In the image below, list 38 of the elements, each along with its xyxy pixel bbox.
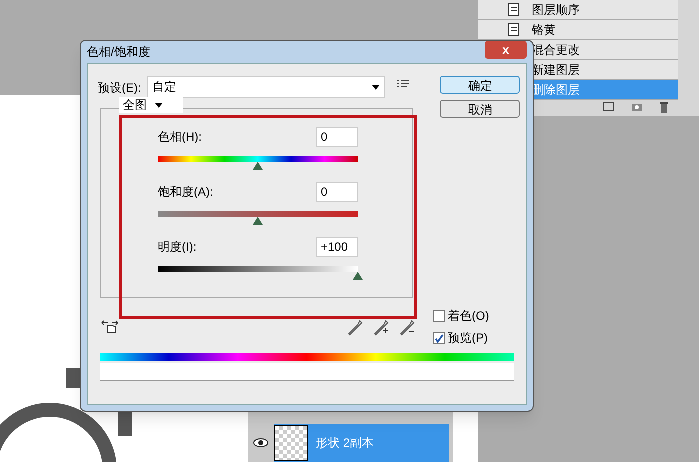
value-field[interactable]: 0 xyxy=(316,127,358,147)
document-icon xyxy=(508,2,522,16)
snapshot-icon[interactable] xyxy=(603,102,615,112)
checkbox-label: 着色(O) xyxy=(448,308,490,325)
camera-icon[interactable] xyxy=(631,102,643,112)
slider-thumb[interactable] xyxy=(253,217,263,225)
history-item[interactable]: 铬黄 xyxy=(478,20,678,40)
preset-dropdown[interactable]: 自定 xyxy=(147,76,386,98)
ok-button[interactable]: 确定 xyxy=(440,76,520,94)
document-icon xyxy=(508,22,522,36)
layer-thumbnail xyxy=(274,425,308,461)
eye-icon[interactable] xyxy=(252,436,270,450)
cancel-button[interactable]: 取消 xyxy=(440,100,520,118)
close-button[interactable]: x xyxy=(485,41,527,59)
history-item[interactable]: 图层顺序 xyxy=(478,0,678,20)
layer-name: 形状 2副本 xyxy=(316,435,374,452)
slider-label: 明度(I): xyxy=(158,239,197,256)
value-field[interactable]: 0 xyxy=(316,182,358,202)
preset-label: 预设(E): xyxy=(98,80,142,97)
slider-thumb[interactable] xyxy=(353,272,363,280)
list-menu-icon[interactable] xyxy=(397,80,410,90)
history-label: 铬黄 xyxy=(532,22,556,38)
checkbox-label: 预览(P) xyxy=(448,330,488,347)
slider-label: 色相(H): xyxy=(158,129,202,146)
value-field[interactable]: +100 xyxy=(316,237,358,257)
slider-thumb[interactable] xyxy=(253,162,263,170)
trash-icon[interactable] xyxy=(659,102,669,113)
caret-icon xyxy=(372,84,380,90)
eyedropper-plus-icon[interactable] xyxy=(374,319,390,337)
checkbox[interactable] xyxy=(433,310,445,322)
channel-dropdown[interactable]: 全图 xyxy=(119,97,183,113)
eyedropper-minus-icon[interactable] xyxy=(400,319,416,337)
window-title: 色相/饱和度 xyxy=(87,44,150,61)
slider-label: 饱和度(A): xyxy=(158,184,214,201)
eyedropper-icon[interactable] xyxy=(348,319,364,337)
checkbox[interactable] xyxy=(433,332,445,344)
history-label: 图层顺序 xyxy=(532,2,580,18)
caret-icon xyxy=(155,102,163,108)
